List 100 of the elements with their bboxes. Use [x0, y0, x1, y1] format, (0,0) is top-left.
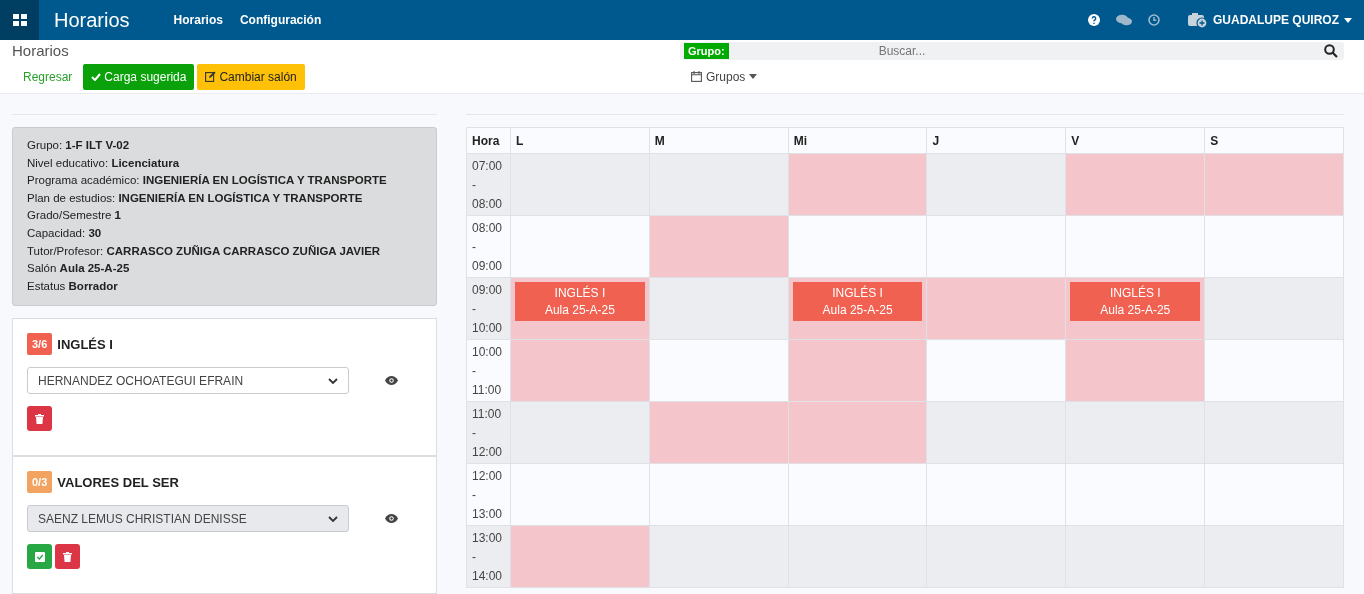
time-label: -	[472, 363, 477, 380]
group-badge: Grupo:	[684, 42, 729, 59]
schedule-cell[interactable]	[788, 401, 927, 464]
column-header: V	[1065, 127, 1205, 154]
time-label: -	[472, 239, 477, 256]
schedule-cell[interactable]	[1204, 277, 1344, 340]
info-line: Grupo: 1-F ILT V-02	[27, 138, 131, 153]
time-label: 11:00	[472, 382, 503, 399]
time-label: 13:00	[472, 506, 504, 523]
schedule-cell[interactable]	[649, 463, 789, 526]
search-icon	[1324, 43, 1338, 58]
trash-icon	[35, 413, 44, 424]
schedule-cell[interactable]	[1204, 463, 1344, 526]
schedule-cell[interactable]	[1065, 401, 1205, 464]
schedule-cell[interactable]	[927, 277, 1066, 340]
count-badge: 0/3	[27, 471, 53, 494]
schedule-cell[interactable]	[1204, 215, 1344, 278]
schedule-cell[interactable]	[1204, 153, 1344, 216]
class-event[interactable]: INGLÉS I Aula 25-A-25	[1070, 282, 1201, 321]
schedule-cell[interactable]	[1204, 339, 1344, 402]
time-label: 07:00	[472, 158, 504, 175]
schedule-cell[interactable]	[1204, 525, 1344, 588]
time-label: 14:00	[472, 568, 504, 585]
schedule-cell[interactable]	[1065, 525, 1205, 588]
time-label: -	[472, 177, 477, 194]
schedule-cell[interactable]	[927, 153, 1066, 216]
info-line: Capacidad: 30	[27, 225, 103, 241]
schedule-cell[interactable]	[788, 215, 927, 278]
caret-icon	[1344, 17, 1352, 23]
page-heading: Horarios	[12, 41, 69, 60]
delete-button[interactable]	[55, 544, 80, 570]
toolbar-button[interactable]: Carga sugerida	[83, 63, 195, 90]
schedule-cell[interactable]	[1204, 401, 1344, 464]
schedule-cell[interactable]: INGLÉS I Aula 25-A-25	[788, 277, 927, 340]
schedule-cell[interactable]	[927, 401, 1066, 464]
help-icon[interactable]	[1088, 14, 1100, 26]
column-header: Hora	[466, 127, 511, 154]
check-icon	[91, 72, 102, 81]
nav-link[interactable]: Horarios	[173, 13, 223, 27]
schedule-cell[interactable]	[649, 401, 789, 464]
schedule-cell[interactable]	[649, 153, 789, 216]
column-header: Mi	[788, 127, 927, 154]
search-field[interactable]: Buscar...	[878, 43, 1324, 58]
schedule-cell[interactable]	[510, 401, 650, 464]
time-label: 09:00	[472, 258, 504, 275]
back-link[interactable]: Regresar	[23, 69, 73, 84]
groups-dropdown[interactable]: Grupos	[685, 68, 764, 85]
user-menu[interactable]: GUADALUPE QUIROZ	[1188, 12, 1352, 28]
schedule-cell[interactable]	[510, 525, 650, 588]
chevron-down-icon	[328, 377, 338, 384]
info-line: Programa académico: INGENIERÍA EN LOGÍSTICA Y TRANSPORTE	[27, 173, 388, 189]
column-header: M	[649, 127, 789, 154]
class-event[interactable]: INGLÉS I Aula 25-A-25	[792, 282, 923, 321]
subject-name: VALORES DEL SER	[57, 474, 179, 490]
event-room: Aula 25-A-25	[544, 303, 615, 317]
event-title: INGLÉS I	[1109, 286, 1161, 300]
schedule-cell[interactable]	[510, 339, 650, 402]
camera-icon	[1188, 12, 1208, 28]
schedule-cell[interactable]	[1065, 215, 1205, 278]
schedule-cell[interactable]	[510, 215, 650, 278]
check-square-icon	[34, 551, 45, 562]
schedule-cell[interactable]	[927, 339, 1066, 402]
schedule-cell[interactable]: INGLÉS I Aula 25-A-25	[1065, 277, 1205, 340]
search-box[interactable]: Grupo: Buscar...	[680, 41, 1344, 60]
apps-menu-button[interactable]	[0, 0, 39, 40]
schedule-cell[interactable]	[649, 339, 789, 402]
column-header: S	[1204, 127, 1344, 154]
caret-icon	[749, 74, 758, 79]
time-label: 10:00	[472, 344, 504, 361]
schedule-cell[interactable]	[649, 277, 789, 340]
class-event[interactable]: INGLÉS I Aula 25-A-25	[515, 282, 645, 321]
schedule-cell[interactable]	[1065, 463, 1205, 526]
chat-icon[interactable]	[1116, 14, 1132, 26]
schedule-cell[interactable]	[788, 153, 927, 216]
schedule-cell[interactable]	[788, 525, 927, 588]
toolbar-button[interactable]: Cambiar salón	[197, 63, 305, 90]
info-line: Estatus Borrador	[27, 278, 119, 294]
schedule-cell[interactable]	[510, 153, 650, 216]
time-label: -	[472, 487, 477, 504]
nav-link[interactable]: Configuración	[239, 13, 322, 27]
schedule-cell[interactable]	[788, 339, 927, 402]
grid-icon	[12, 14, 27, 26]
schedule-cell[interactable]: INGLÉS I Aula 25-A-25	[510, 277, 650, 340]
teacher-select[interactable]: HERNANDEZ OCHOATEGUI EFRAIN	[27, 367, 349, 395]
eye-icon[interactable]	[385, 514, 398, 524]
schedule-cell[interactable]	[1065, 339, 1205, 402]
schedule-cell[interactable]	[927, 215, 1066, 278]
schedule-cell[interactable]	[510, 463, 650, 526]
edit-icon	[205, 71, 217, 82]
schedule-cell[interactable]	[788, 463, 927, 526]
time-label: 12:00	[472, 444, 504, 461]
clock-icon[interactable]	[1148, 14, 1160, 26]
delete-button[interactable]	[27, 406, 52, 432]
schedule-cell[interactable]	[649, 215, 789, 278]
schedule-cell[interactable]	[1065, 153, 1205, 216]
schedule-cell[interactable]	[649, 525, 789, 588]
column-header: L	[510, 127, 650, 154]
eye-icon[interactable]	[385, 376, 398, 386]
schedule-cell[interactable]	[927, 463, 1066, 526]
schedule-cell[interactable]	[927, 525, 1066, 588]
